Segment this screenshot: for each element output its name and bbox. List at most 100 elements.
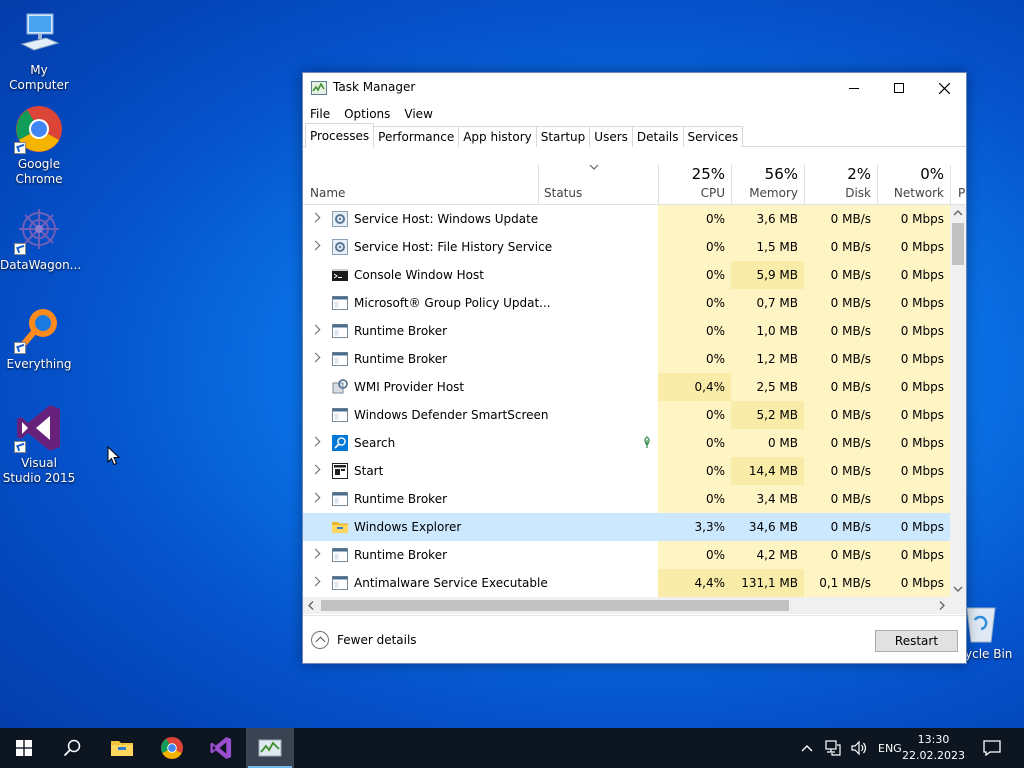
restart-button[interactable]: Restart	[875, 630, 958, 652]
start-app-icon	[332, 463, 348, 479]
taskbar-task-manager[interactable]	[246, 728, 294, 768]
taskbar-visual-studio[interactable]	[197, 728, 245, 768]
process-row[interactable]: Runtime Broker 0% 1,0 MB 0 MB/s 0 Mbps	[303, 317, 950, 345]
taskbar-file-explorer[interactable]	[98, 728, 146, 768]
chevron-up-icon[interactable]	[800, 743, 814, 753]
system-tray: ENG	[800, 728, 902, 768]
horizontal-scroll-thumb[interactable]	[321, 600, 789, 611]
column-label: Network	[893, 186, 944, 200]
window-icon	[332, 295, 348, 311]
process-row[interactable]: Service Host: File History Service 0% 1,5 …	[303, 233, 950, 261]
desktop-icon-everything[interactable]: Everything	[0, 304, 78, 372]
network-icon[interactable]	[824, 740, 842, 756]
process-row[interactable]: Runtime Broker 0% 4,2 MB 0 MB/s 0 Mbps	[303, 541, 950, 569]
task-manager-icon	[258, 739, 282, 757]
desktop-icon-google-chrome[interactable]: Google Chrome	[0, 104, 78, 187]
minimize-button[interactable]	[831, 73, 877, 103]
column-header-network[interactable]: 0% Network	[877, 161, 950, 205]
process-name: Runtime Broker	[354, 548, 448, 562]
column-header-name[interactable]: Name	[303, 161, 538, 205]
vertical-scrollbar[interactable]	[950, 205, 966, 597]
desktop-icon-datawagon[interactable]: DataWagon...	[0, 205, 81, 273]
process-row[interactable]: Microsoft® Group Policy Updat... 0% 0,7 MB…	[303, 289, 950, 317]
process-row[interactable]: Windows Defender SmartScreen 0% 5,2 MB 0 MB…	[303, 401, 950, 429]
process-row[interactable]: WMI Provider Host 0,4% 2,5 MB 0 MB/s 0 Mbps	[303, 373, 950, 401]
taskbar-search-button[interactable]	[48, 728, 96, 768]
expand-chevron-icon[interactable]	[310, 548, 321, 559]
tab-startup[interactable]: Startup	[535, 126, 591, 147]
start-button[interactable]	[0, 728, 48, 768]
scroll-up-arrow-icon[interactable]	[950, 205, 966, 221]
column-header-cpu[interactable]: 25% CPU	[658, 161, 731, 205]
action-center-button[interactable]	[968, 728, 1016, 768]
volume-icon[interactable]	[850, 740, 868, 756]
taskbar-chrome[interactable]	[148, 728, 196, 768]
task-manager-icon	[311, 81, 327, 95]
expand-chevron-icon[interactable]	[310, 436, 321, 447]
column-header-memory[interactable]: 56% Memory	[731, 161, 804, 205]
fewer-details-button[interactable]: Fewer details	[311, 631, 417, 649]
expand-chevron-icon[interactable]	[310, 324, 321, 335]
process-row[interactable]: Start 0% 14,4 MB 0 MB/s 0 Mbps	[303, 457, 950, 485]
cpu-cell: 0%	[658, 541, 731, 569]
horizontal-scrollbar[interactable]	[303, 597, 950, 614]
desktop-icon-my-computer[interactable]: My Computer	[0, 10, 78, 93]
process-row[interactable]: Runtime Broker 0% 3,4 MB 0 MB/s 0 Mbps	[303, 485, 950, 513]
close-icon	[938, 82, 950, 94]
desktop-icon-label: Google Chrome	[15, 157, 63, 186]
expand-chevron-icon[interactable]	[310, 492, 321, 503]
taskbar-clock[interactable]: 13:30 22.02.2023	[902, 732, 965, 764]
scroll-down-arrow-icon[interactable]	[950, 581, 966, 597]
tab-performance[interactable]: Performance	[373, 126, 460, 147]
menu-options[interactable]: Options	[344, 107, 390, 121]
everything-search-icon	[14, 304, 64, 354]
expand-chevron-icon[interactable]	[310, 464, 321, 475]
tab-app-history[interactable]: App history	[458, 126, 537, 147]
column-header-power[interactable]: P	[950, 161, 966, 205]
wmi-icon	[332, 379, 348, 395]
process-name: Microsoft® Group Policy Updat...	[354, 296, 551, 310]
disk-total-percent: 2%	[847, 165, 871, 183]
process-row[interactable]: Runtime Broker 0% 1,2 MB 0 MB/s 0 Mbps	[303, 345, 950, 373]
menu-file[interactable]: File	[310, 107, 330, 121]
process-status-cell	[538, 429, 658, 457]
process-row[interactable]: Service Host: Windows Update 0% 3,6 MB 0 MB…	[303, 205, 950, 233]
cpu-cell: 0%	[658, 317, 731, 345]
expand-chevron-icon[interactable]	[310, 576, 321, 587]
column-header-status[interactable]: Status	[538, 161, 658, 205]
vertical-scroll-thumb[interactable]	[952, 223, 964, 265]
tab-services[interactable]: Services	[682, 126, 744, 147]
tab-users[interactable]: Users	[589, 126, 633, 147]
tab-processes[interactable]: Processes	[305, 123, 375, 148]
process-row[interactable]: Antimalware Service Executable 4,4% 131,1 …	[303, 569, 950, 597]
search-icon	[332, 435, 348, 451]
close-button[interactable]	[921, 73, 967, 103]
scroll-right-arrow-icon[interactable]	[934, 597, 950, 614]
process-status-cell	[538, 205, 658, 233]
memory-cell: 5,9 MB	[731, 261, 804, 289]
expand-chevron-icon[interactable]	[310, 212, 321, 223]
folder-icon	[332, 519, 348, 535]
tab-details[interactable]: Details	[631, 126, 684, 147]
process-name: Search	[354, 436, 396, 450]
process-row[interactable]: Search 0% 0 MB 0 MB/s 0 Mbps	[303, 429, 950, 457]
process-status-cell	[538, 541, 658, 569]
task-manager-window[interactable]: Task Manager File Options View Processes…	[302, 72, 967, 664]
expand-chevron-icon[interactable]	[310, 240, 321, 251]
process-row[interactable]: Windows Explorer 3,3% 34,6 MB 0 MB/s 0 Mbps	[303, 513, 950, 541]
maximize-button[interactable]	[876, 73, 922, 103]
scroll-left-arrow-icon[interactable]	[303, 597, 319, 614]
title-bar[interactable]: Task Manager	[303, 73, 966, 103]
expand-chevron-icon[interactable]	[310, 352, 321, 363]
desktop-icon-label: Everything	[6, 357, 72, 371]
sort-chevron-down-icon	[589, 164, 599, 170]
fewer-details-label: Fewer details	[337, 633, 417, 647]
window-title: Task Manager	[333, 80, 416, 94]
input-language[interactable]: ENG	[878, 742, 902, 755]
menu-view[interactable]: View	[404, 107, 432, 121]
process-row[interactable]: Console Window Host 0% 5,9 MB 0 MB/s 0 Mbps	[303, 261, 950, 289]
column-header-disk[interactable]: 2% Disk	[804, 161, 877, 205]
desktop-icon-visual-studio[interactable]: Visual Studio 2015	[0, 403, 78, 486]
process-name: Service Host: Windows Update	[354, 212, 539, 226]
cpu-cell: 0%	[658, 261, 731, 289]
